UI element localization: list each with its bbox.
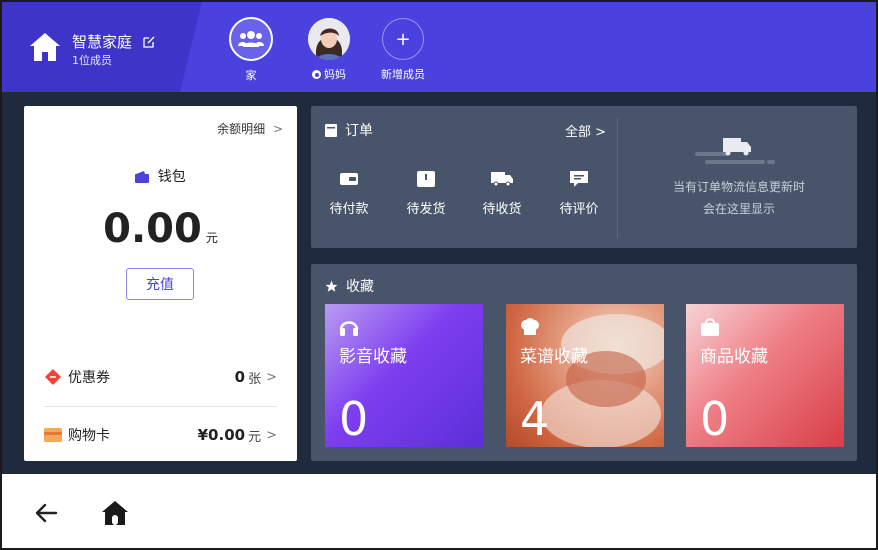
app-frame: 智慧家庭 1位成员 家 妈妈 + 新增成员 余额明细 > 钱包 0.00 元 充…	[0, 0, 878, 550]
balance-unit: 元	[205, 231, 218, 245]
chef-hat-icon	[521, 318, 539, 335]
add-member-label: 新增成员	[381, 68, 425, 81]
star-icon	[325, 280, 338, 292]
orders-title: 订单	[325, 120, 373, 140]
wallet-icon	[135, 171, 150, 183]
media-favorites-card[interactable]: 影音收藏 0	[325, 304, 483, 447]
orders-all-link[interactable]: 全部 >	[565, 121, 606, 140]
member-count: 1位成员	[72, 54, 112, 67]
truck-icon	[491, 172, 513, 186]
favorites-title: 收藏	[325, 276, 374, 296]
order-pending-shipment[interactable]: 待发货	[396, 168, 456, 217]
comment-icon	[570, 171, 588, 187]
edit-icon[interactable]	[143, 36, 155, 48]
main-area: 余额明细 > 钱包 0.00 元 充值 优惠券 0 张 > 购物卡 ¥0.00 …	[2, 92, 876, 474]
member-home-label: 家	[245, 69, 257, 82]
plus-icon: +	[382, 18, 424, 60]
favorites-panel: 收藏 影音收藏 0 菜谱收藏 4 商品收藏 0	[311, 264, 857, 461]
home-icon[interactable]	[101, 499, 129, 527]
card-icon	[44, 428, 62, 442]
balance-detail-link[interactable]: 余额明细 >	[217, 120, 283, 137]
recipe-favorites-card[interactable]: 菜谱收藏 4	[506, 304, 664, 447]
order-pending-receipt[interactable]: 待收货	[472, 168, 532, 217]
chevron-right-icon: >	[266, 427, 277, 443]
chevron-right-icon: >	[272, 122, 283, 136]
shopping-card-unit: 元	[248, 429, 262, 445]
delivery-truck-icon	[695, 138, 775, 164]
coupon-icon	[45, 369, 61, 385]
headphones-icon	[339, 321, 359, 336]
member-mom[interactable]: 妈妈	[299, 18, 359, 82]
back-arrow-icon[interactable]	[34, 501, 58, 525]
nav-bar	[2, 474, 876, 548]
shopping-card-value: ¥0.00	[197, 426, 246, 444]
user-dot-icon	[312, 70, 321, 79]
group-icon	[229, 17, 273, 61]
coupon-count: 0	[234, 368, 246, 386]
home-icon	[30, 33, 60, 61]
coupon-unit: 张	[248, 371, 262, 387]
family-name[interactable]: 智慧家庭	[72, 31, 155, 52]
order-pending-payment[interactable]: 待付款	[319, 168, 379, 217]
shopping-card-label: 购物卡	[68, 428, 110, 444]
orders-panel: 订单 全部 > 待付款 待发货 待收货 待评价 当有订单物流信息更新时 会在这里…	[311, 106, 857, 248]
coupon-label: 优惠券	[68, 370, 110, 386]
member-mom-label: 妈妈	[324, 68, 346, 81]
document-icon	[325, 123, 337, 137]
favorites-count: 0	[700, 392, 730, 446]
wallet-title: 钱包	[24, 166, 297, 186]
shopping-card-row[interactable]: 购物卡 ¥0.00 元 >	[44, 420, 277, 450]
favorites-count: 0	[339, 392, 369, 446]
member-home[interactable]: 家	[221, 17, 281, 83]
box-icon	[417, 171, 435, 187]
wallet-panel: 余额明细 > 钱包 0.00 元 充值 优惠券 0 张 > 购物卡 ¥0.00 …	[24, 106, 297, 461]
divider	[44, 406, 277, 407]
logistics-hint: 会在这里显示	[702, 202, 775, 216]
header: 智慧家庭 1位成员 家 妈妈 + 新增成员	[2, 2, 876, 92]
coupon-row[interactable]: 优惠券 0 张 >	[44, 362, 277, 392]
bag-icon	[701, 318, 719, 336]
balance-amount: 0.00	[103, 206, 202, 252]
chevron-right-icon: >	[266, 369, 277, 385]
recharge-button[interactable]: 充值	[126, 268, 194, 300]
product-favorites-card[interactable]: 商品收藏 0	[686, 304, 844, 447]
family-switcher[interactable]: 智慧家庭 1位成员	[2, 2, 202, 92]
wallet-balance: 0.00 元	[24, 206, 297, 252]
add-member-button[interactable]: + 新增成员	[373, 18, 433, 82]
order-pending-review[interactable]: 待评价	[549, 168, 609, 217]
wallet-icon	[340, 173, 358, 185]
divider	[617, 118, 618, 238]
logistics-hint: 当有订单物流信息更新时	[672, 180, 805, 194]
avatar	[308, 18, 350, 60]
favorites-count: 4	[520, 392, 550, 446]
